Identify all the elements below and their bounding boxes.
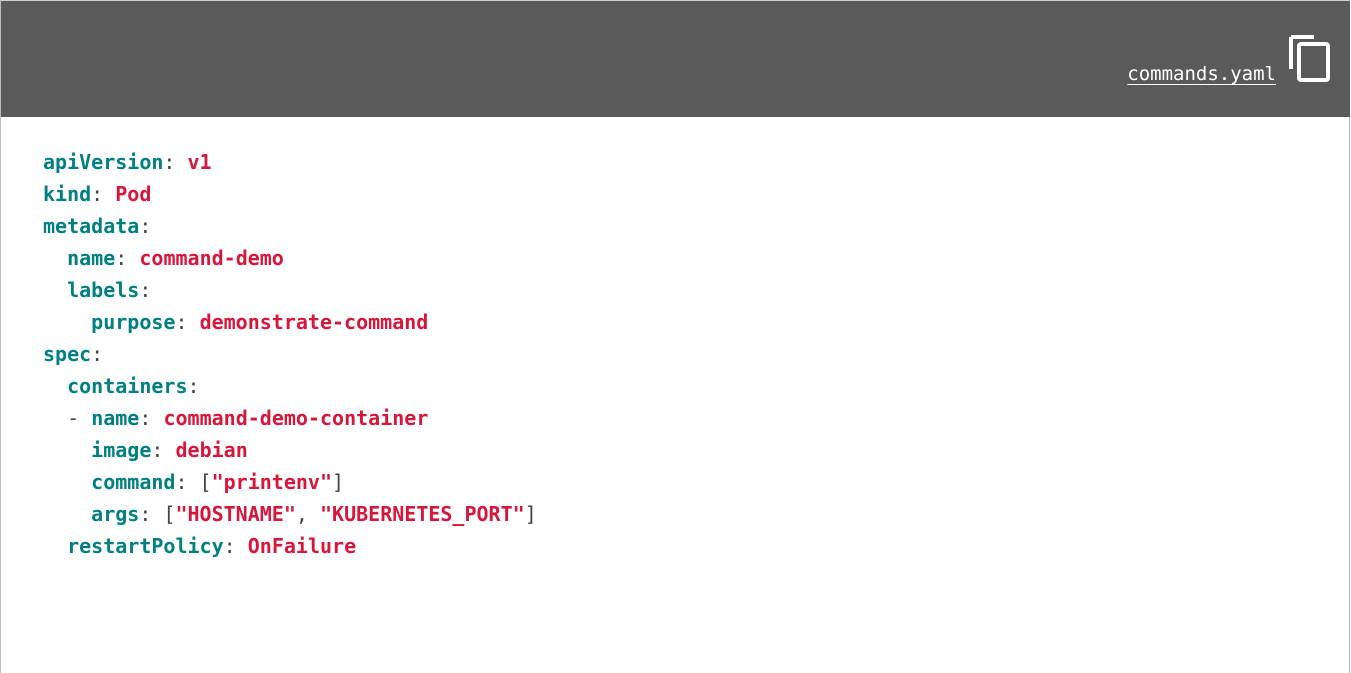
- yaml-key: args: [91, 502, 140, 526]
- yaml-key: name: [91, 406, 140, 430]
- code-line: args: ["HOSTNAME", "KUBERNETES_PORT"]: [43, 498, 537, 530]
- code-line: restartPolicy: OnFailure: [43, 530, 537, 562]
- yaml-separator: :: [187, 374, 200, 398]
- yaml-value: command-demo: [139, 246, 284, 270]
- yaml-key: apiVersion: [43, 150, 164, 174]
- code-line: - name: command-demo-container: [43, 402, 537, 434]
- yaml-separator: :: [139, 278, 152, 302]
- code-line: labels:: [43, 274, 537, 306]
- yaml-separator: :: [223, 534, 248, 558]
- list-dash: -: [67, 406, 92, 430]
- yaml-separator: :: [91, 342, 104, 366]
- yaml-bracket: ]: [524, 502, 537, 526]
- yaml-separator: :: [151, 438, 176, 462]
- yaml-value: demonstrate-command: [199, 310, 429, 334]
- yaml-value: "HOSTNAME": [175, 502, 296, 526]
- yaml-separator: :: [139, 406, 164, 430]
- code-block: commands.yaml apiVersion: v1 kind: Pod met…: [0, 0, 1350, 673]
- yaml-key: labels: [67, 278, 140, 302]
- code-line: containers:: [43, 370, 537, 402]
- yaml-separator: :: [163, 150, 188, 174]
- yaml-code: apiVersion: v1 kind: Pod metadata: name: c…: [43, 146, 537, 562]
- yaml-value: OnFailure: [247, 534, 357, 558]
- code-block-header: commands.yaml: [1, 0, 1350, 117]
- yaml-separator: :: [175, 310, 200, 334]
- code-line: apiVersion: v1: [43, 146, 537, 178]
- yaml-key: restartPolicy: [67, 534, 224, 558]
- yaml-separator: : [: [175, 470, 212, 494]
- yaml-value: v1: [187, 150, 212, 174]
- code-line: kind: Pod: [43, 178, 537, 210]
- code-line: image: debian: [43, 434, 537, 466]
- code-line: name: command-demo: [43, 242, 537, 274]
- yaml-bracket: ]: [332, 470, 345, 494]
- code-line: spec:: [43, 338, 537, 370]
- yaml-key: image: [91, 438, 152, 462]
- yaml-separator: :: [115, 246, 140, 270]
- yaml-key: kind: [43, 182, 92, 206]
- yaml-value: "printenv": [211, 470, 333, 494]
- yaml-key: command: [91, 470, 176, 494]
- yaml-key: name: [67, 246, 116, 270]
- copy-icon[interactable]: [1286, 33, 1334, 91]
- yaml-value: debian: [175, 438, 248, 462]
- yaml-key: purpose: [91, 310, 176, 334]
- yaml-separator: :: [139, 214, 152, 238]
- yaml-key: containers: [67, 374, 188, 398]
- yaml-value: command-demo-container: [163, 406, 429, 430]
- yaml-separator: ,: [295, 502, 320, 526]
- yaml-key: spec: [43, 342, 92, 366]
- code-line: purpose: demonstrate-command: [43, 306, 537, 338]
- code-line: command: ["printenv"]: [43, 466, 537, 498]
- yaml-value: "KUBERNETES_PORT": [319, 502, 525, 526]
- yaml-key: metadata: [43, 214, 140, 238]
- code-line: metadata:: [43, 210, 537, 242]
- filename-link[interactable]: commands.yaml: [1127, 63, 1276, 85]
- yaml-separator: :: [91, 182, 116, 206]
- yaml-separator: : [: [139, 502, 176, 526]
- yaml-value: Pod: [115, 182, 152, 206]
